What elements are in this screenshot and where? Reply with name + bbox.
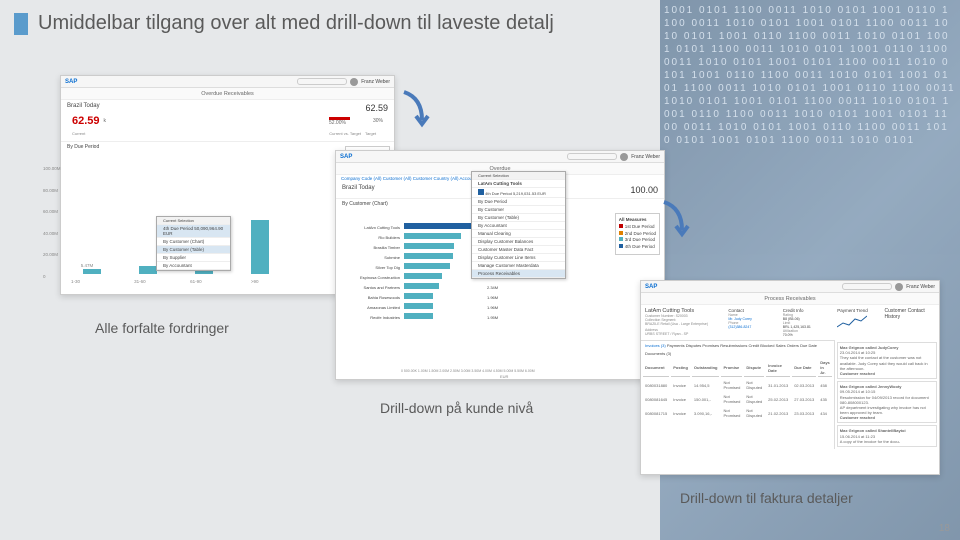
sap-logo: SAP bbox=[65, 79, 77, 85]
table-row[interactable]: 0080081645Invoice150.001,-Not PromisedNo… bbox=[643, 393, 832, 405]
user-name: Franz Weber bbox=[361, 79, 390, 85]
drill-item[interactable]: By Customer (Table) bbox=[472, 214, 565, 222]
table-row[interactable]: 0080031880Invoice14.954,5Not PromisedNot… bbox=[643, 379, 832, 391]
app2-header: SAP Franz Weber bbox=[336, 151, 664, 163]
context-menu[interactable]: Current Selection 4th Due Period 50,090,… bbox=[156, 216, 231, 271]
tab[interactable]: Resubmissions bbox=[720, 343, 747, 348]
slide-title-bar: Umiddelbar tilgang over alt med drill-do… bbox=[14, 12, 554, 35]
ctx-item[interactable]: By Accountant bbox=[157, 262, 230, 270]
kpi-unit: k bbox=[104, 118, 107, 124]
app1-header: SAP Franz Weber bbox=[61, 76, 394, 88]
search-input[interactable] bbox=[297, 78, 347, 85]
tab-invoices[interactable]: Invoices (3) bbox=[645, 343, 666, 348]
app-customer-drill: SAP Franz Weber Overdue Company Code (Al… bbox=[335, 150, 665, 380]
slide-title: Umiddelbar tilgang over alt med drill-do… bbox=[38, 12, 554, 35]
current-label: Current bbox=[72, 131, 85, 136]
drill-item[interactable]: Display Customer Balances bbox=[472, 238, 565, 246]
kpi-right: 62.59 bbox=[365, 103, 388, 113]
ctx-item[interactable]: By Customer (Chart) bbox=[157, 238, 230, 246]
tab[interactable]: Promises bbox=[702, 343, 719, 348]
caption-3: Drill-down til faktura detaljer bbox=[680, 490, 853, 506]
customer-label: Brazil Today bbox=[67, 103, 100, 113]
kpi-value: 62.59 bbox=[72, 115, 100, 127]
history-note: Max Grignon called JennyWooty09.05.2014 … bbox=[837, 381, 937, 423]
table-row[interactable]: 0080081715Invoice3.090,16,-Not PromisedN… bbox=[643, 407, 832, 419]
customer-label: Brazil Today bbox=[342, 185, 375, 195]
drill-menu[interactable]: Current Selection LatAm Cutting Tools 4t… bbox=[471, 171, 566, 279]
kpi: 100.00 bbox=[630, 185, 658, 195]
history-note: Max Grignon called ShantellBaytoi15.06.2… bbox=[837, 425, 937, 447]
trend-sparkline bbox=[837, 313, 867, 331]
app1-title: Overdue Receivables bbox=[61, 88, 394, 100]
avatar[interactable] bbox=[350, 78, 358, 86]
drill-item[interactable]: Manual Clearing bbox=[472, 230, 565, 238]
drill-item[interactable]: Display Customer Line Items bbox=[472, 254, 565, 262]
ctx-item[interactable]: By Customer (Table) bbox=[157, 246, 230, 254]
search-input[interactable] bbox=[567, 153, 617, 160]
drill-item[interactable]: By Customer bbox=[472, 206, 565, 214]
arrow-icon bbox=[400, 90, 430, 130]
title-accent bbox=[14, 13, 28, 35]
tab[interactable]: Disputes bbox=[686, 343, 702, 348]
app-invoice-detail: SAP Franz Weber Process Receivables LatA… bbox=[640, 280, 940, 475]
sap-logo: SAP bbox=[645, 284, 657, 290]
invoice-table: DocumentPostingOutstandingPromiseDispute… bbox=[641, 357, 834, 421]
phone-link[interactable]: (312)386-8247 bbox=[728, 325, 778, 329]
arrow-icon bbox=[660, 200, 690, 240]
history-heading: Customer Contact History bbox=[885, 308, 935, 320]
tab[interactable]: Credit Blocked Sales Orders bbox=[748, 343, 798, 348]
drill-item[interactable]: Customer Master Data Fact bbox=[472, 246, 565, 254]
cvt-label: Current vs. Target bbox=[329, 131, 361, 136]
search-input[interactable] bbox=[842, 283, 892, 290]
app3-title: Process Receivables bbox=[641, 293, 939, 305]
drill-item[interactable]: Manage Customer Masterdata bbox=[472, 262, 565, 270]
app3-header: SAP Franz Weber bbox=[641, 281, 939, 293]
cvt-pct: 52.00% bbox=[329, 120, 346, 126]
tab[interactable]: Due Date bbox=[800, 343, 817, 348]
caption-2: Drill-down på kunde nivå bbox=[380, 400, 533, 416]
avatar[interactable] bbox=[620, 153, 628, 161]
tab[interactable]: Payments bbox=[667, 343, 685, 348]
target-pct: 30% bbox=[373, 118, 383, 124]
drill-item[interactable]: By Accountant bbox=[472, 222, 565, 230]
avatar[interactable] bbox=[895, 283, 903, 291]
header-right: Franz Weber bbox=[297, 78, 390, 86]
history-note: Max Grignon called JudyCorey23.04.2014 a… bbox=[837, 342, 937, 379]
drill-item[interactable]: By Due Period bbox=[472, 198, 565, 206]
drill-item-selected[interactable]: Process Receivables bbox=[472, 270, 565, 278]
page-number: 18 bbox=[939, 523, 950, 534]
caption-1: Alle forfalte fordringer bbox=[95, 320, 229, 336]
sap-logo: SAP bbox=[340, 154, 352, 160]
ctx-item[interactable]: By Supplier bbox=[157, 254, 230, 262]
legend: All Measures 1st Due Period 2nd Due Peri… bbox=[615, 213, 660, 255]
target-label: Target bbox=[365, 131, 383, 136]
